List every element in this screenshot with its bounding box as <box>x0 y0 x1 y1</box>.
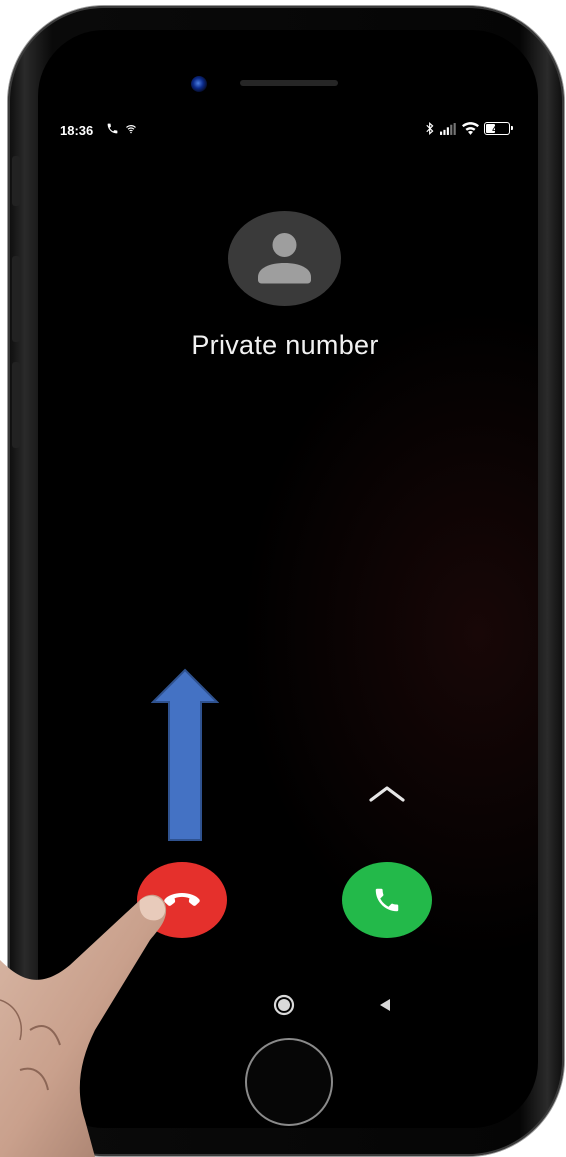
phone-icon <box>375 888 399 912</box>
volume-down-button <box>12 362 20 448</box>
person-icon <box>258 233 311 284</box>
battery-level: 46 <box>492 123 502 134</box>
finger-image <box>0 894 167 1157</box>
earpiece-speaker <box>240 80 338 86</box>
status-right-icons: 46 <box>425 122 513 135</box>
battery-icon: 46 <box>484 122 513 135</box>
status-left-icons <box>106 122 137 135</box>
chevron-up-icon <box>369 786 405 802</box>
wifi-calling-icon <box>126 124 136 133</box>
home-circle-icon[interactable] <box>273 994 295 1016</box>
status-bar: 18:36 46 <box>60 121 516 141</box>
up-arrow-icon <box>151 668 219 841</box>
physical-home-button[interactable] <box>245 1038 333 1126</box>
phone-call-icon <box>107 123 118 134</box>
side-button <box>12 156 20 206</box>
back-triangle-icon[interactable] <box>378 998 392 1012</box>
caller-avatar <box>228 211 341 306</box>
accept-call-button[interactable] <box>342 862 432 938</box>
caller-name: Private number <box>191 330 379 360</box>
signal-icon <box>440 122 456 135</box>
status-time: 18:36 <box>60 123 94 138</box>
wifi-icon <box>462 122 479 135</box>
volume-up-button <box>12 256 20 342</box>
bluetooth-icon <box>426 122 434 135</box>
front-camera <box>191 76 207 92</box>
battery-nub <box>511 126 513 130</box>
